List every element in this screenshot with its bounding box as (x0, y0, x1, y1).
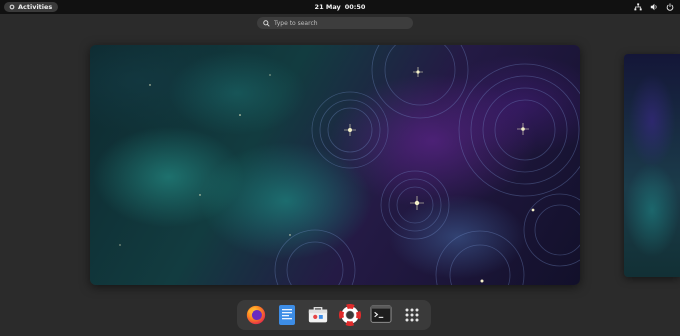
lifebuoy-icon (338, 304, 361, 326)
terminal-launcher[interactable] (369, 303, 393, 327)
top-bar: Activities 21 May 00:50 (0, 0, 680, 14)
search-entry[interactable] (257, 17, 413, 29)
wallpaper-next (624, 54, 680, 277)
app-grid-icon (405, 308, 419, 322)
software-center-icon (309, 306, 328, 323)
dash-dock (237, 300, 431, 330)
network-icon[interactable] (634, 3, 642, 11)
text-editor-icon (279, 305, 296, 325)
search-icon (263, 19, 270, 27)
clock-date: 21 May (314, 3, 341, 11)
firefox-icon (246, 305, 266, 325)
clock-button[interactable]: 21 May 00:50 (0, 0, 680, 14)
system-tray[interactable] (634, 2, 674, 12)
help-launcher[interactable] (338, 303, 362, 327)
volume-icon[interactable] (650, 3, 658, 11)
firefox-launcher[interactable] (244, 303, 268, 327)
terminal-icon (370, 305, 392, 323)
software-center-launcher[interactable] (306, 303, 330, 327)
search-input[interactable] (274, 18, 404, 28)
text-editor-launcher[interactable] (275, 303, 299, 327)
workspace-thumbnail-next[interactable] (624, 54, 680, 277)
clock-time: 00:50 (344, 3, 366, 11)
show-apps-button[interactable] (400, 303, 424, 327)
power-icon[interactable] (666, 3, 674, 11)
workspace-thumbnail-active[interactable] (90, 45, 580, 285)
wallpaper-swirls (119, 45, 580, 285)
